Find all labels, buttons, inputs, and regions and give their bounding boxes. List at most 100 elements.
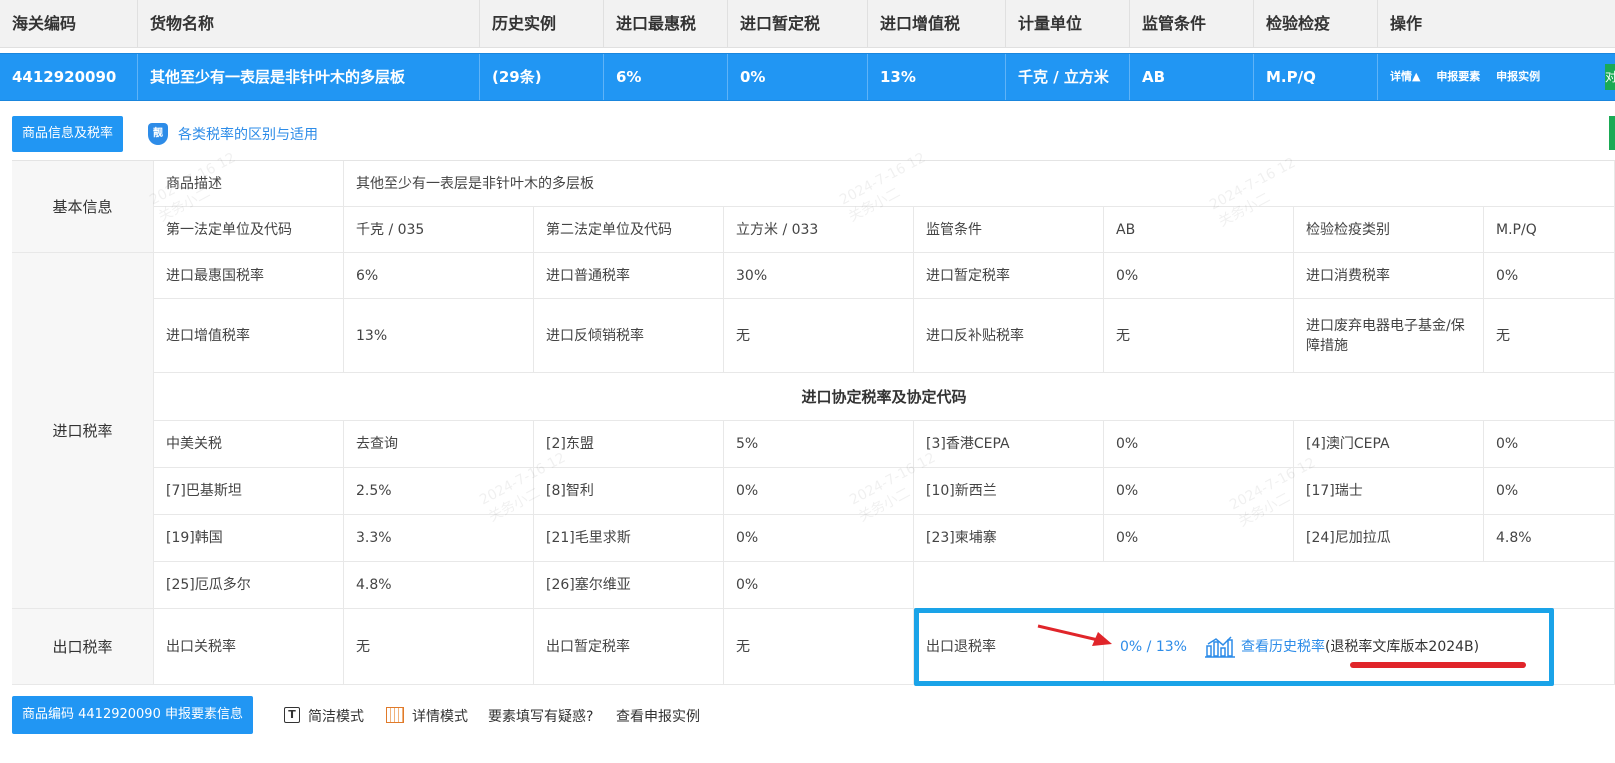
agreement-label[interactable]: [21]毛里求斯 (534, 515, 724, 562)
empty-cell (914, 562, 1615, 609)
import-consumption-label: 进口消费税率 (1294, 253, 1484, 299)
side-action-button[interactable]: 对 (1605, 64, 1615, 90)
agreement-value: 0% (1104, 421, 1294, 468)
row-inspection: M.P/Q (1254, 54, 1378, 100)
import-antidumping-label: 进口反倾销税率 (534, 299, 724, 373)
row-name: 其他至少有一表层是非针叶木的多层板 (138, 54, 480, 100)
inspection-value-link[interactable]: M.P/Q (1484, 207, 1615, 253)
row-ops: 详情▲ 申报要素 申报实例 (1378, 54, 1615, 100)
agreement-value: 3.3% (344, 515, 534, 562)
selected-table-row[interactable]: 4412920090 其他至少有一表层是非针叶木的多层板 (29条) 6% 0%… (0, 53, 1615, 101)
header-mfn: 进口最惠税 (604, 0, 728, 48)
agreement-value: 0% (1484, 468, 1615, 515)
view-declare-example-link[interactable]: 查看申报实例 (616, 706, 700, 726)
agreement-value: 4.8% (344, 562, 534, 609)
red-arrow-icon (1037, 624, 1112, 646)
agreement-label: 中美关税 (154, 421, 344, 468)
row-provisional: 0% (728, 54, 868, 100)
agreement-value: 0% (1484, 421, 1615, 468)
header-ops: 操作 (1390, 14, 1423, 33)
agreement-label[interactable]: [26]塞尔维亚 (534, 562, 724, 609)
header-provisional: 进口暂定税 (728, 0, 868, 48)
shield-icon: 靓 (148, 123, 168, 145)
export-rate-label: 出口税率 (12, 609, 154, 685)
us-tariff-query-link[interactable]: 去查询 (344, 421, 534, 468)
agreement-value: 0% (724, 562, 914, 609)
detail-mode-option[interactable]: 详情模式 (412, 706, 468, 726)
header-name: 货物名称 (138, 0, 480, 48)
detail-mode-icon[interactable] (386, 707, 404, 723)
import-weee-label: 进口废弃电器电子基金/保障措施 (1294, 299, 1484, 373)
desc-value: 其他至少有一表层是非针叶木的多层板 (344, 161, 1615, 207)
import-weee-value: 无 (1484, 299, 1615, 373)
simple-mode-option[interactable]: 简洁模式 (308, 706, 364, 726)
agreement-label[interactable]: [19]韩国 (154, 515, 344, 562)
export-tariff-label: 出口关税率 (154, 609, 344, 685)
agreement-value: 5% (724, 421, 914, 468)
agreement-label[interactable]: [4]澳门CEPA (1294, 421, 1484, 468)
agreement-value: 0% (724, 468, 914, 515)
unit1-value: 千克 / 035 (344, 207, 534, 253)
import-vat-label: 进口增值税率 (154, 299, 344, 373)
import-provisional-value: 0% (1104, 253, 1294, 299)
agreement-label[interactable]: [10]新西兰 (914, 468, 1104, 515)
inspection-label: 检验检疫类别 (1294, 207, 1484, 253)
import-mfn-value: 6% (344, 253, 534, 299)
red-underline (1350, 662, 1526, 668)
export-provisional-value: 无 (724, 609, 914, 685)
header-history: 历史实例 (480, 0, 604, 48)
row-history-link[interactable]: (29条) (480, 54, 604, 100)
declare-example-link[interactable]: 申报实例 (1496, 70, 1540, 83)
agreement-label[interactable]: [25]厄瓜多尔 (154, 562, 344, 609)
import-general-label: 进口普通税率 (534, 253, 724, 299)
agreement-value: 4.8% (1484, 515, 1615, 562)
header-vat: 进口增值税 (868, 0, 1006, 48)
agreement-value: 0% (1104, 515, 1294, 562)
agreement-label[interactable]: [2]东盟 (534, 421, 724, 468)
agreement-label[interactable]: [17]瑞士 (1294, 468, 1484, 515)
simple-mode-icon[interactable]: T (284, 707, 300, 723)
import-rate-label: 进口税率 (12, 253, 154, 609)
question-text: 要素填写有疑惑? (488, 709, 594, 725)
export-tariff-value: 无 (344, 609, 534, 685)
agreement-value: 0% (1104, 468, 1294, 515)
row-code: 4412920090 (0, 54, 138, 100)
supervision-label: 监管条件 (914, 207, 1104, 253)
goods-info-tab-button[interactable]: 商品信息及税率 (12, 116, 124, 152)
highlight-box (914, 608, 1554, 686)
basic-info-label: 基本信息 (12, 161, 154, 253)
unit2-value: 立方米 / 033 (724, 207, 914, 253)
agreement-value: 0% (724, 515, 914, 562)
agreement-label[interactable]: [3]香港CEPA (914, 421, 1104, 468)
agreement-value: 2.5% (344, 468, 534, 515)
import-mfn-label: 进口最惠国税率 (154, 253, 344, 299)
supervision-value-link[interactable]: AB (1104, 207, 1294, 253)
header-inspection: 检验检疫 (1254, 0, 1378, 48)
rate-difference-link[interactable]: 各类税率的区别与适用 (178, 124, 318, 144)
row-unit: 千克 / 立方米 (1006, 54, 1130, 100)
agreement-label[interactable]: [24]尼加拉瓜 (1294, 515, 1484, 562)
agreement-title: 进口协定税率及协定代码 (154, 373, 1615, 421)
row-mfn: 6% (604, 54, 728, 100)
unit1-label: 第一法定单位及代码 (154, 207, 344, 253)
import-countervailing-value: 无 (1104, 299, 1294, 373)
import-consumption-value: 0% (1484, 253, 1615, 299)
agreement-label[interactable]: [23]柬埔寨 (914, 515, 1104, 562)
import-countervailing-label: 进口反补贴税率 (914, 299, 1104, 373)
agreement-label[interactable]: [7]巴基斯坦 (154, 468, 344, 515)
detail-toggle-link[interactable]: 详情▲ (1390, 70, 1420, 83)
declare-elements-info-button[interactable]: 商品编码 4412920090 申报要素信息 (12, 696, 253, 734)
table-header: 海关编码 货物名称 历史实例 进口最惠税 进口暂定税 进口增值税 计量单位 监管… (0, 0, 1615, 48)
header-supervision: 监管条件 (1130, 0, 1254, 48)
row-supervision: AB (1130, 54, 1254, 100)
import-vat-value: 13% (344, 299, 534, 373)
export-provisional-label: 出口暂定税率 (534, 609, 724, 685)
agreement-label[interactable]: [8]智利 (534, 468, 724, 515)
desc-label: 商品描述 (154, 161, 344, 207)
unit2-label: 第二法定单位及代码 (534, 207, 724, 253)
row-vat: 13% (868, 54, 1006, 100)
header-code: 海关编码 (0, 0, 138, 48)
import-antidumping-value: 无 (724, 299, 914, 373)
side-green-tab[interactable] (1609, 116, 1615, 150)
declare-elements-link[interactable]: 申报要素 (1436, 70, 1480, 83)
